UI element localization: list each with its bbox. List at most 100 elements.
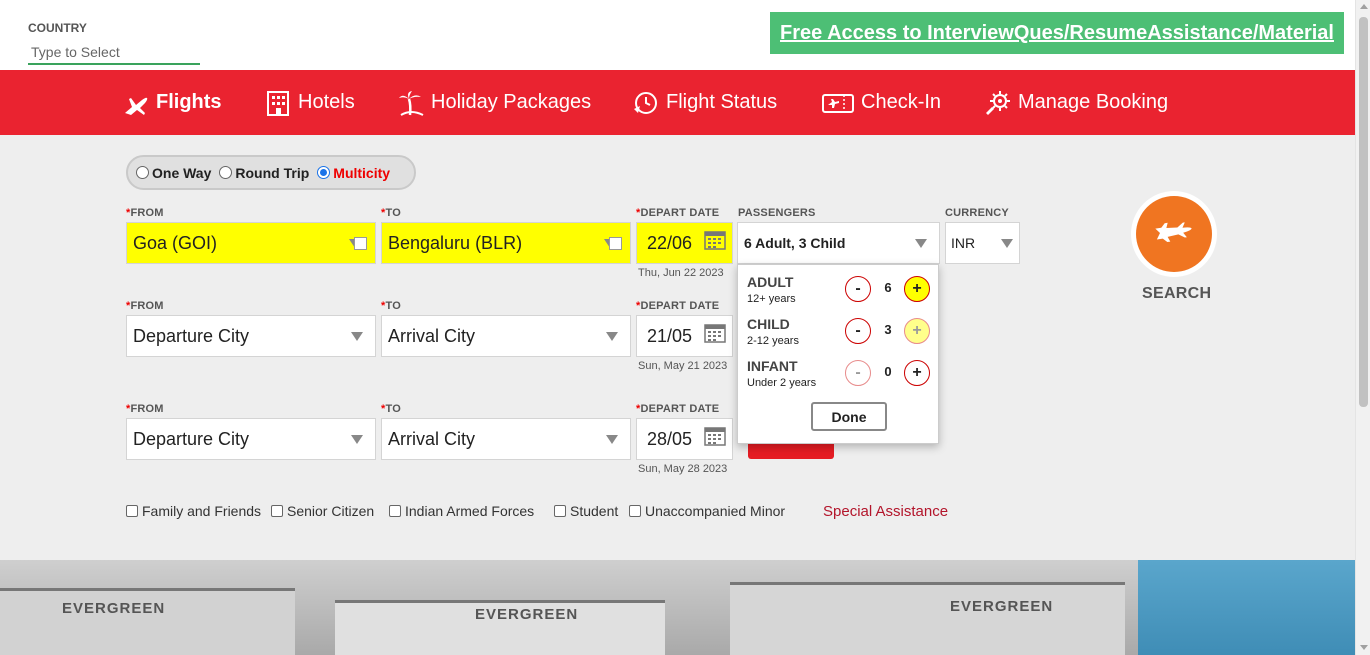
trip-option-label: One Way — [152, 164, 212, 181]
hangar-sign: EVERGREEN — [950, 598, 1054, 615]
hangar-sign: EVERGREEN — [62, 600, 166, 617]
from-label-3: *FROM — [126, 403, 164, 415]
unaccompanied-minor-option[interactable]: Unaccompanied Minor — [629, 503, 785, 519]
trip-option-multicity[interactable]: Multicity — [317, 165, 390, 181]
depart-date-label-1: *DEPART DATE — [636, 207, 720, 219]
free-access-link[interactable]: Free Access to InterviewQues/ResumeAssis… — [770, 12, 1344, 54]
to-select-2[interactable]: Arrival City — [381, 315, 631, 357]
infant-plus-button[interactable]: + — [904, 360, 930, 386]
page-scrollbar[interactable] — [1355, 0, 1370, 655]
infant-count: 0 — [884, 364, 892, 379]
depart-date-input-1[interactable]: 22/06 — [636, 222, 733, 264]
date-full-1: Thu, Jun 22 2023 — [638, 267, 724, 279]
scroll-thumb[interactable] — [1359, 17, 1368, 407]
select-box-icon — [354, 237, 367, 250]
hangar-sign: EVERGREEN — [475, 606, 579, 623]
adult-count: 6 — [884, 280, 892, 295]
to-label-1: *TO — [381, 207, 401, 219]
depart-date-label-2: *DEPART DATE — [636, 300, 720, 312]
date-value: 22/06 — [647, 232, 693, 253]
armed-forces-checkbox[interactable] — [389, 505, 401, 517]
calendar-icon — [704, 427, 726, 446]
adult-plus-button[interactable]: + — [904, 276, 930, 302]
add-city-button-partial[interactable] — [748, 444, 834, 459]
passengers-dropdown: ADULT 12+ years - 6 + CHILD 2-12 years -… — [737, 264, 939, 444]
depart-date-input-3[interactable]: 28/05 — [636, 418, 733, 460]
plane-icon — [1155, 222, 1192, 243]
nav-item-manage-booking[interactable]: Manage Booking — [984, 70, 1168, 135]
infant-minus-button[interactable]: - — [845, 360, 871, 386]
passengers-done-button[interactable]: Done — [811, 402, 887, 431]
chevron-down-icon — [1001, 239, 1013, 248]
flight-status-icon — [632, 89, 660, 117]
pax-type-label: INFANT — [747, 358, 798, 374]
nav-item-holiday-packages[interactable]: Holiday Packages — [397, 70, 591, 135]
passengers-select[interactable]: 6 Adult, 3 Child — [737, 222, 940, 264]
from-select-1[interactable]: Goa (GOI) — [126, 222, 376, 264]
search-label: SEARCH — [1142, 285, 1212, 302]
pax-type-label: CHILD — [747, 316, 790, 332]
ticket-icon — [821, 89, 855, 117]
student-option[interactable]: Student — [554, 503, 618, 519]
country-input[interactable] — [28, 40, 200, 65]
main-nav-bar: Flights Hotels Holiday Packages Flight S… — [0, 70, 1355, 135]
to-select-1[interactable]: Bengaluru (BLR) — [381, 222, 631, 264]
scroll-down-arrow-icon[interactable] — [1360, 645, 1368, 650]
trip-option-label: Multicity — [333, 164, 391, 181]
search-button[interactable] — [1131, 191, 1217, 277]
from-select-3[interactable]: Departure City — [126, 418, 376, 460]
from-select-2[interactable]: Departure City — [126, 315, 376, 357]
family-friends-checkbox[interactable] — [126, 505, 138, 517]
to-value: Arrival City — [388, 325, 476, 346]
senior-citizen-option[interactable]: Senior Citizen — [271, 503, 374, 519]
student-checkbox[interactable] — [554, 505, 566, 517]
nav-item-flight-status[interactable]: Flight Status — [632, 70, 777, 135]
chevron-down-icon — [606, 332, 618, 341]
date-full-2: Sun, May 21 2023 — [638, 360, 728, 372]
currency-value: INR — [951, 235, 976, 251]
to-value: Bengaluru (BLR) — [388, 232, 523, 253]
calendar-icon — [704, 324, 726, 343]
checkbox-label: Indian Armed Forces — [405, 503, 535, 519]
checkbox-label: Family and Friends — [142, 503, 262, 519]
checkbox-label: Student — [570, 503, 619, 519]
country-label: COUNTRY — [28, 21, 87, 35]
child-count: 3 — [884, 322, 892, 337]
to-label-2: *TO — [381, 300, 401, 312]
to-label-3: *TO — [381, 403, 401, 415]
pax-age-label: Under 2 years — [747, 377, 817, 389]
trip-option-round-trip[interactable]: Round Trip — [219, 165, 309, 181]
checkbox-label: Senior Citizen — [287, 503, 375, 519]
select-box-icon — [609, 237, 622, 250]
sea-image — [1138, 560, 1355, 655]
from-label-1: *FROM — [126, 207, 164, 219]
nav-item-check-in[interactable]: Check-In — [821, 70, 941, 135]
radio-multicity[interactable] — [317, 166, 331, 179]
nav-item-flights[interactable]: Flights — [122, 70, 222, 135]
date-value: 28/05 — [647, 428, 693, 449]
depart-date-input-2[interactable]: 21/05 — [636, 315, 733, 357]
nav-item-label: Holiday Packages — [431, 91, 592, 113]
nav-item-hotels[interactable]: Hotels — [264, 70, 355, 135]
child-minus-button[interactable]: - — [845, 318, 871, 344]
from-value: Departure City — [133, 428, 250, 449]
currency-select[interactable]: INR — [945, 222, 1020, 264]
to-select-3[interactable]: Arrival City — [381, 418, 631, 460]
scroll-up-arrow-icon[interactable] — [1360, 4, 1368, 9]
unaccompanied-minor-checkbox[interactable] — [629, 505, 641, 517]
pax-age-label: 12+ years — [747, 293, 796, 305]
senior-citizen-checkbox[interactable] — [271, 505, 283, 517]
radio-round-trip[interactable] — [219, 166, 233, 179]
chevron-down-icon — [351, 435, 363, 444]
radio-one-way[interactable] — [136, 166, 149, 179]
trip-option-one-way[interactable]: One Way — [136, 165, 211, 181]
to-value: Arrival City — [388, 428, 476, 449]
armed-forces-option[interactable]: Indian Armed Forces — [389, 503, 534, 519]
hotel-icon — [264, 89, 292, 117]
adult-minus-button[interactable]: - — [845, 276, 871, 302]
palm-tree-icon — [397, 89, 425, 117]
child-plus-button[interactable]: + — [904, 318, 930, 344]
hangar-shape — [730, 582, 1125, 655]
special-assistance-link[interactable]: Special Assistance — [823, 503, 948, 520]
family-friends-option[interactable]: Family and Friends — [126, 503, 261, 519]
